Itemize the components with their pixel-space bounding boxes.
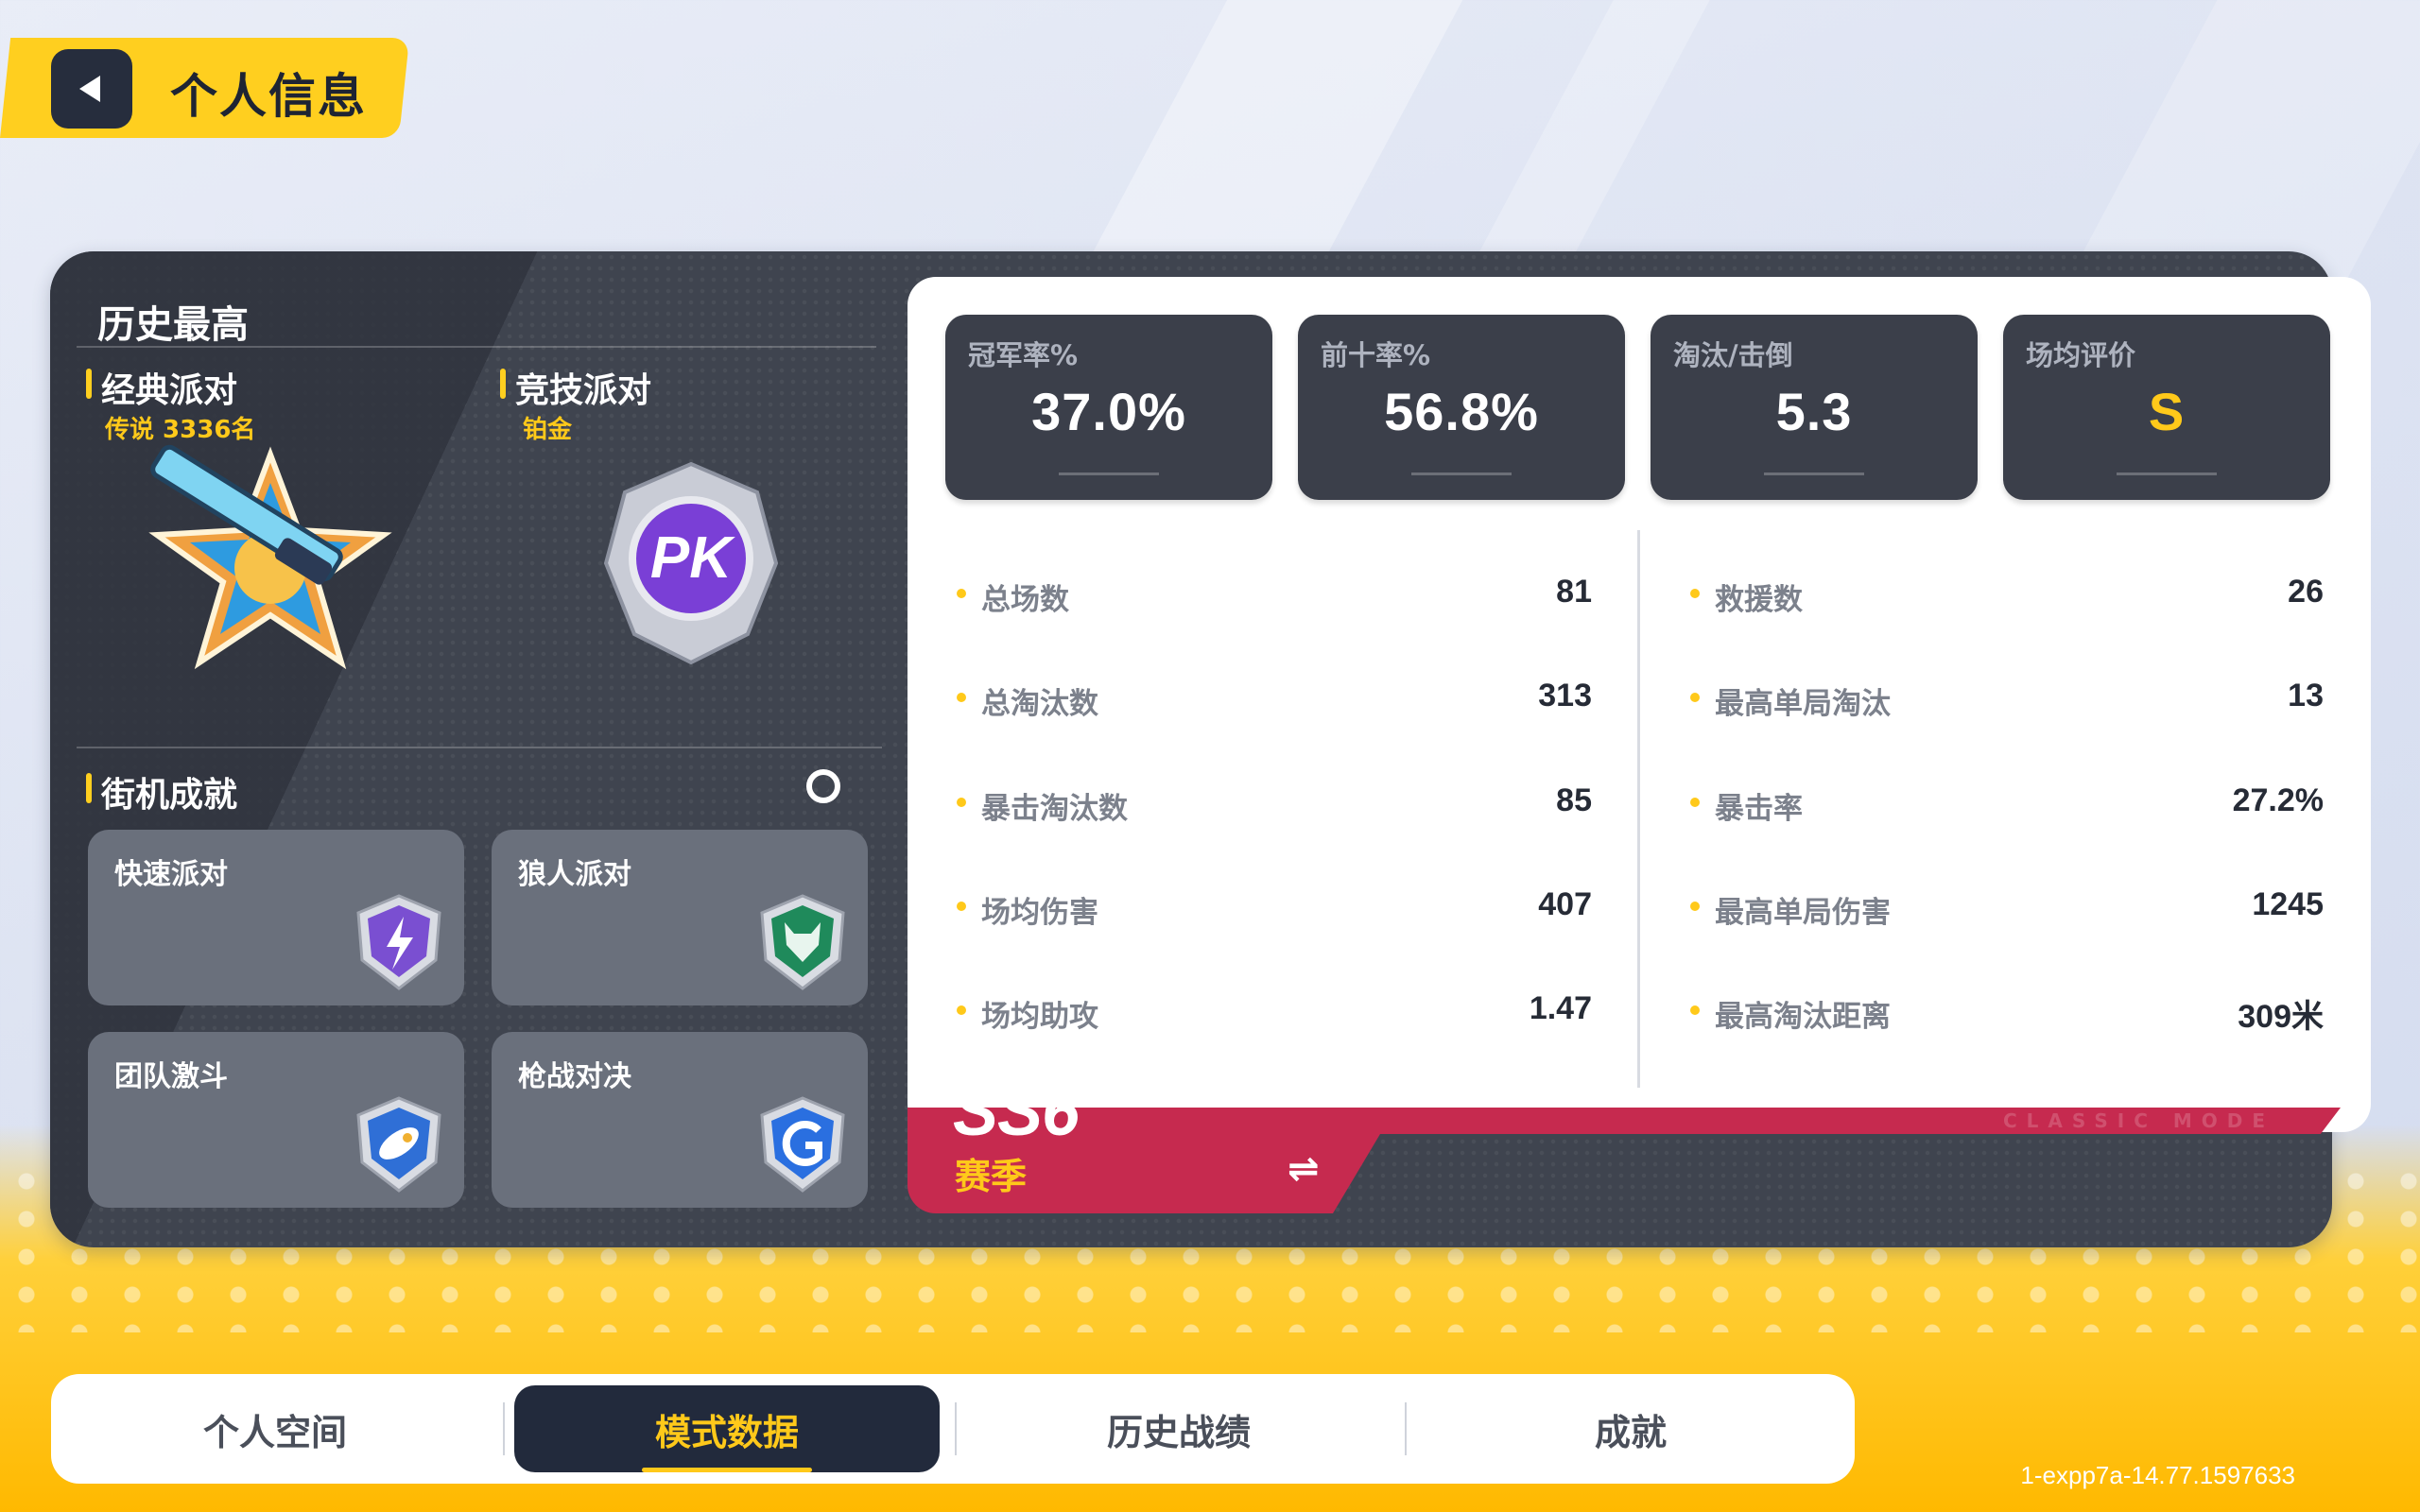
stat-card-label: 冠军率% xyxy=(968,339,1079,371)
pk-emblem-text: PK xyxy=(650,525,735,591)
bottom-nav: 个人空间 模式数据 历史战绩 成就 xyxy=(51,1374,1855,1484)
top10-rate-card: 前十率% 56.8% xyxy=(1298,315,1625,500)
arcade-card-gun-duel[interactable]: 枪战对决 xyxy=(492,1032,868,1208)
stat-row-value: 1245 xyxy=(2252,886,2324,922)
season-banner: CLASSIC MODE SS6 赛季 ⇌ xyxy=(908,1074,2341,1213)
arcade-card-team-battle[interactable]: 团队激斗 xyxy=(88,1032,464,1208)
bullet-dot xyxy=(1690,589,1700,598)
build-id: 1-expp7a-14.77.1597633 xyxy=(2020,1461,2295,1489)
bullet-dot xyxy=(1690,902,1700,911)
stat-row-value: 1.47 xyxy=(1529,990,1592,1026)
stat-card-underline xyxy=(1059,472,1159,475)
bullet-dot xyxy=(1690,798,1700,807)
stat-row-value: 13 xyxy=(2288,678,2324,713)
stat-card-value: 5.3 xyxy=(1775,382,1853,441)
bullet-dot xyxy=(957,1005,966,1015)
lightning-badge-icon xyxy=(356,894,441,990)
stat-row-value: 313 xyxy=(1538,678,1592,713)
classic-mode-watermark: CLASSIC MODE xyxy=(2002,1109,2274,1132)
stat-card-underline xyxy=(1411,472,1512,475)
arcade-card-label: 团队激斗 xyxy=(114,1060,228,1093)
stat-card-underline xyxy=(1764,472,1864,475)
tab-match-history[interactable]: 历史战绩 xyxy=(966,1385,1392,1472)
rocket-badge-icon xyxy=(356,1096,441,1193)
stat-row-label: 最高淘汰距离 xyxy=(1715,1000,1891,1034)
stat-row: 场均助攻 1.47 xyxy=(957,988,1592,1036)
stat-row: 场均伤害 407 xyxy=(957,885,1592,932)
stat-row-value: 407 xyxy=(1538,886,1592,922)
win-rate-card: 冠军率% 37.0% xyxy=(945,315,1272,500)
stat-row-label: 场均助攻 xyxy=(981,1000,1098,1034)
stat-row: 总淘汰数 313 xyxy=(957,676,1592,723)
stat-row-label: 场均伤害 xyxy=(981,896,1098,930)
bullet-dot xyxy=(1690,1005,1700,1015)
tab-personal-space[interactable]: 个人空间 xyxy=(62,1385,488,1472)
avg-rating-card: 场均评价 S xyxy=(2003,315,2330,500)
gear-icon[interactable] xyxy=(806,769,840,803)
tab-achievements[interactable]: 成就 xyxy=(1418,1385,1843,1472)
arcade-card-label: 狼人派对 xyxy=(518,858,631,891)
stat-row: 最高单局伤害 1245 xyxy=(1690,885,2324,932)
season-code: SS6 xyxy=(953,1074,1080,1150)
legend-rank-emblem-icon xyxy=(148,444,392,670)
stat-row: 暴击淘汰数 85 xyxy=(957,781,1592,828)
platinum-pk-emblem-icon: PK xyxy=(603,461,779,665)
swap-icon[interactable]: ⇌ xyxy=(1288,1147,1320,1191)
bullet-dot xyxy=(1690,693,1700,702)
divider xyxy=(77,747,882,748)
stat-row: 暴击率 27.2% xyxy=(1690,781,2324,828)
divider xyxy=(77,346,876,348)
arcade-card-quick-party[interactable]: 快速派对 xyxy=(88,830,464,1005)
stat-card-value: 37.0% xyxy=(1031,382,1186,441)
back-button[interactable] xyxy=(51,49,132,129)
stat-row-value: 27.2% xyxy=(2232,782,2324,818)
nav-separator xyxy=(955,1402,957,1455)
stat-row: 最高淘汰距离 309米 xyxy=(1690,988,2324,1036)
stat-row-value: 81 xyxy=(1556,574,1592,610)
kd-ratio-card: 淘汰/击倒 5.3 xyxy=(1651,315,1978,500)
stat-row: 总场数 81 xyxy=(957,572,1592,619)
stat-row-label: 暴击淘汰数 xyxy=(981,792,1128,826)
bullet-dot xyxy=(957,693,966,702)
arcade-title: 街机成就 xyxy=(86,767,237,816)
column-divider xyxy=(1637,530,1640,1088)
nav-separator xyxy=(1405,1402,1407,1455)
back-arrow-icon xyxy=(79,76,100,102)
stat-row-value: 309米 xyxy=(2238,999,2324,1035)
stat-card-underline xyxy=(2117,472,2217,475)
stat-row-label: 总场数 xyxy=(981,583,1069,617)
ranked-mode-label: 竞技派对 xyxy=(500,363,651,412)
stat-row-value: 85 xyxy=(1556,782,1592,818)
nav-separator xyxy=(503,1402,505,1455)
stat-card-label: 场均评价 xyxy=(2026,339,2136,371)
arcade-card-werewolf-party[interactable]: 狼人派对 xyxy=(492,830,868,1005)
history-best-title: 历史最高 xyxy=(97,303,249,347)
page-title: 个人信息 xyxy=(170,69,367,124)
tab-mode-data[interactable]: 模式数据 xyxy=(514,1385,940,1472)
stat-row-label: 总淘汰数 xyxy=(981,687,1098,721)
stat-row: 救援数 26 xyxy=(1690,572,2324,619)
arcade-card-label: 枪战对决 xyxy=(518,1060,631,1093)
stat-card-label: 淘汰/击倒 xyxy=(1673,339,1793,371)
stat-row-label: 暴击率 xyxy=(1715,792,1803,826)
bullet-dot xyxy=(957,798,966,807)
ranked-rank: 铂金 xyxy=(523,416,573,444)
stat-row-value: 26 xyxy=(2288,574,2324,610)
bullet-dot xyxy=(957,902,966,911)
wolf-badge-icon xyxy=(760,894,845,990)
classic-mode-label: 经典派对 xyxy=(86,363,237,412)
stat-row-label: 救援数 xyxy=(1715,583,1803,617)
stat-card-value: S xyxy=(2148,382,2186,441)
season-label: 赛季 xyxy=(955,1156,1028,1197)
stat-card-value: 56.8% xyxy=(1384,382,1539,441)
gun-badge-icon xyxy=(760,1096,845,1193)
arcade-card-label: 快速派对 xyxy=(114,858,228,891)
stats-panel: 冠军率% 37.0% 前十率% 56.8% 淘汰/击倒 5.3 场均评价 S 总… xyxy=(908,277,2371,1132)
stat-row: 最高单局淘汰 13 xyxy=(1690,676,2324,723)
stat-row-label: 最高单局伤害 xyxy=(1715,896,1891,930)
stat-row-label: 最高单局淘汰 xyxy=(1715,687,1891,721)
bullet-dot xyxy=(957,589,966,598)
stat-card-label: 前十率% xyxy=(1321,339,1431,371)
